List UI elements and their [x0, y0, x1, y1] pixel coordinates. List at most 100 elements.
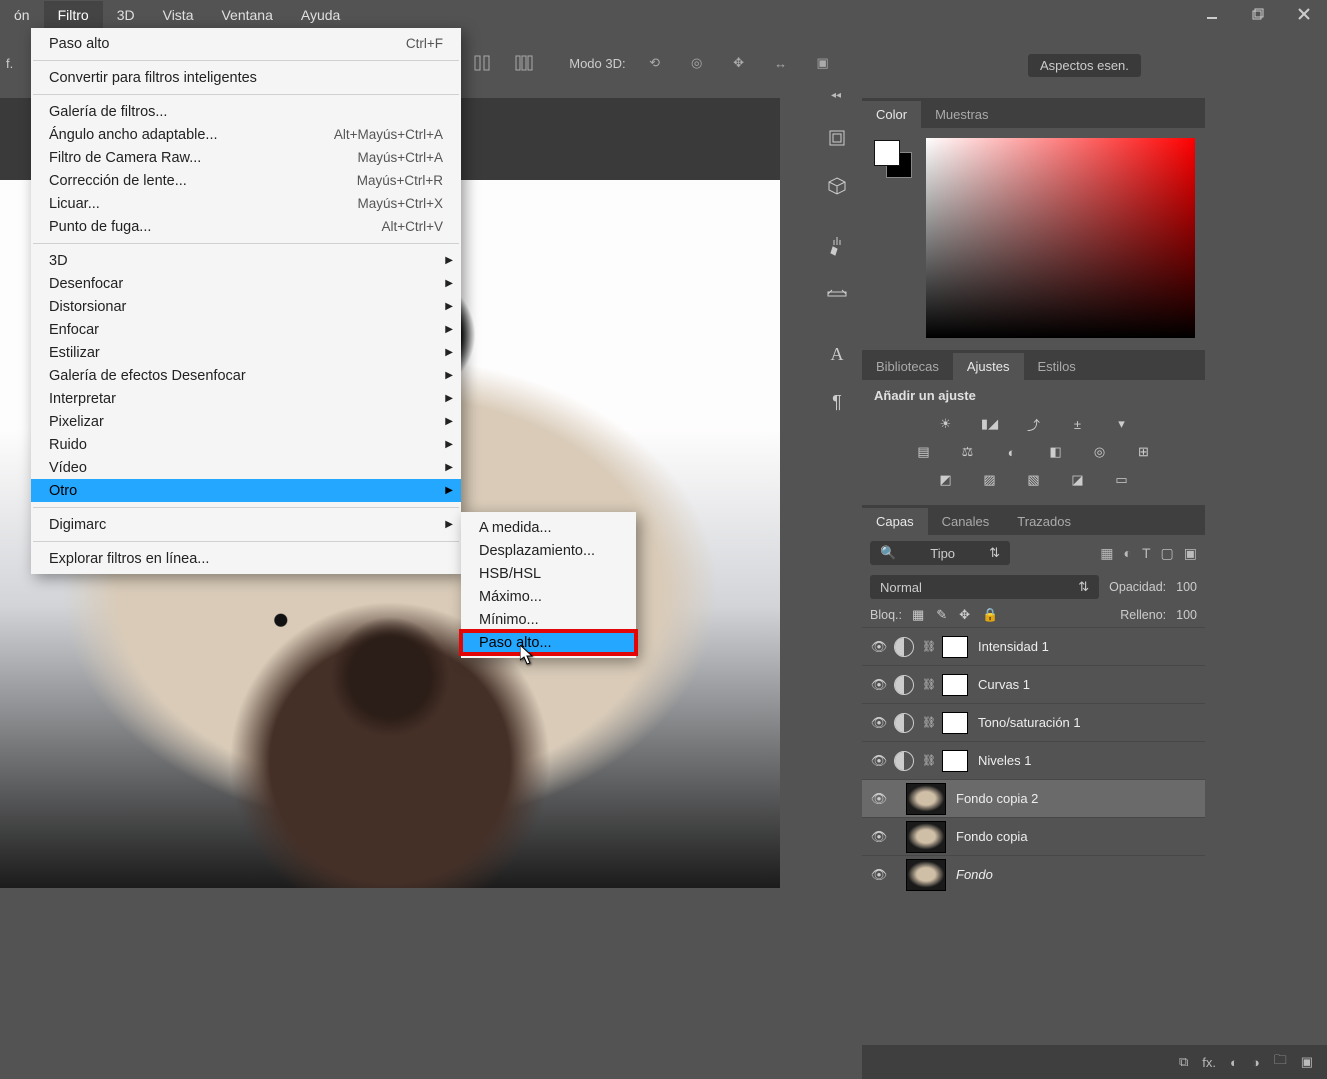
layer-item[interactable]: 👁 Fondo copia 2: [862, 779, 1205, 817]
roll-icon[interactable]: ◎: [684, 50, 710, 76]
visibility-toggle[interactable]: 👁: [868, 753, 890, 769]
photofilter-icon[interactable]: ◎: [1086, 441, 1114, 463]
layer-filter-type[interactable]: 🔍 Tipo ⇅: [870, 541, 1010, 565]
tab-capas[interactable]: Capas: [862, 508, 928, 535]
curves-icon[interactable]: ⤴: [1020, 413, 1048, 435]
layer-item[interactable]: 👁Fondo: [862, 855, 1205, 893]
submendu-item[interactable]: A medida...: [461, 516, 636, 539]
menu-item[interactable]: Convertir para filtros inteligentes: [31, 66, 461, 89]
menubar-item-truncated[interactable]: ón: [0, 1, 44, 29]
menu-item[interactable]: Filtro de Camera Raw...Mayús+Ctrl+A: [31, 146, 461, 169]
menubar-item-filtro[interactable]: Filtro: [44, 1, 103, 29]
levels-icon[interactable]: ▮◢: [976, 413, 1004, 435]
align-icon-2[interactable]: [511, 50, 537, 76]
tab-trazados[interactable]: Trazados: [1003, 508, 1085, 535]
layer-item[interactable]: 👁Fondo copia: [862, 817, 1205, 855]
layer-mask-thumb[interactable]: [942, 636, 968, 658]
layer-item[interactable]: 👁⛓Niveles 1: [862, 741, 1205, 779]
menu-item[interactable]: Punto de fuga...Alt+Ctrl+V: [31, 215, 461, 238]
menu-item[interactable]: Ángulo ancho adaptable...Alt+Mayús+Ctrl+…: [31, 123, 461, 146]
layer-item[interactable]: 👁⛓Intensidad 1: [862, 627, 1205, 665]
tab-canales[interactable]: Canales: [928, 508, 1004, 535]
threshold-icon[interactable]: ▧: [1020, 469, 1048, 491]
menu-item[interactable]: Estilizar▶: [31, 341, 461, 364]
menubar-item-ventana[interactable]: Ventana: [207, 1, 286, 29]
fg-bg-swatch[interactable]: [874, 140, 914, 180]
layer-name[interactable]: Intensidad 1: [978, 639, 1049, 654]
menu-item[interactable]: Paso altoCtrl+F: [31, 32, 461, 55]
filter-type-icon[interactable]: T: [1142, 545, 1151, 562]
lock-all-icon[interactable]: 🔒: [982, 607, 998, 623]
menu-item[interactable]: Ruido▶: [31, 433, 461, 456]
layer-thumb[interactable]: [906, 821, 946, 853]
dropdown-icon[interactable]: ▾: [1108, 413, 1136, 435]
paragraph-icon[interactable]: ¶: [819, 384, 855, 420]
submendu-item[interactable]: HSB/HSL: [461, 562, 636, 585]
blend-mode-select[interactable]: Normal ⇅: [870, 575, 1099, 599]
scale-icon[interactable]: ▣: [810, 50, 836, 76]
vibrance-icon[interactable]: ▤: [910, 441, 938, 463]
layer-name[interactable]: Tono/saturación 1: [978, 715, 1081, 730]
hue-icon[interactable]: ⚖: [954, 441, 982, 463]
orbit-icon[interactable]: ⟲: [642, 50, 668, 76]
add-mask-icon[interactable]: ◐: [1230, 1055, 1238, 1070]
color-field[interactable]: [926, 138, 1195, 338]
swatches-icon[interactable]: [819, 276, 855, 312]
invert-icon[interactable]: ◩: [932, 469, 960, 491]
menu-item[interactable]: 3D▶: [31, 249, 461, 272]
new-group-icon[interactable]: 🗀: [1274, 1051, 1287, 1073]
menu-item[interactable]: Explorar filtros en línea...: [31, 547, 461, 570]
opacity-value[interactable]: 100: [1176, 580, 1197, 594]
submendu-item[interactable]: Desplazamiento...: [461, 539, 636, 562]
bw-icon[interactable]: ◧: [1042, 441, 1070, 463]
menu-item[interactable]: Distorsionar▶: [31, 295, 461, 318]
menu-item[interactable]: Corrección de lente...Mayús+Ctrl+R: [31, 169, 461, 192]
lock-position-icon[interactable]: ✥: [959, 607, 970, 623]
colorbalance-icon[interactable]: ◐: [998, 441, 1026, 463]
layer-name[interactable]: Curvas 1: [978, 677, 1030, 692]
menubar-item-ayuda[interactable]: Ayuda: [287, 1, 354, 29]
tab-bibliotecas[interactable]: Bibliotecas: [862, 353, 953, 380]
layer-name[interactable]: Fondo copia: [956, 829, 1028, 844]
layer-name[interactable]: Fondo copia 2: [956, 791, 1038, 806]
new-adjust-icon[interactable]: ◑: [1252, 1055, 1260, 1070]
workspace-switcher[interactable]: Aspectos esen.: [1028, 54, 1141, 77]
filter-smart-icon[interactable]: ▣: [1184, 545, 1197, 562]
menu-item[interactable]: Interpretar▶: [31, 387, 461, 410]
menubar-item-3d[interactable]: 3D: [103, 1, 149, 29]
channelmixer-icon[interactable]: ⊞: [1130, 441, 1158, 463]
visibility-toggle[interactable]: 👁: [868, 791, 890, 807]
history-icon[interactable]: [819, 120, 855, 156]
menubar-item-vista[interactable]: Vista: [149, 1, 208, 29]
submendu-item[interactable]: Paso alto...: [461, 631, 636, 654]
menu-item[interactable]: Galería de filtros...: [31, 100, 461, 123]
link-layers-icon[interactable]: ⧉: [1179, 1054, 1188, 1070]
close-button[interactable]: [1281, 0, 1327, 28]
tab-ajustes[interactable]: Ajustes: [953, 353, 1024, 380]
menu-item[interactable]: Pixelizar▶: [31, 410, 461, 433]
posterize-icon[interactable]: ▨: [976, 469, 1004, 491]
layer-mask-thumb[interactable]: [942, 712, 968, 734]
layer-item[interactable]: 👁⛓Curvas 1: [862, 665, 1205, 703]
visibility-toggle[interactable]: 👁: [868, 677, 890, 693]
menu-item[interactable]: Vídeo▶: [31, 456, 461, 479]
brightness-icon[interactable]: ☀: [932, 413, 960, 435]
tab-muestras[interactable]: Muestras: [921, 101, 1002, 128]
fill-value[interactable]: 100: [1176, 608, 1197, 622]
menu-item[interactable]: Otro▶: [31, 479, 461, 502]
selectivecolor-icon[interactable]: ◪: [1064, 469, 1092, 491]
menu-item[interactable]: Digimarc▶: [31, 513, 461, 536]
filter-pixel-icon[interactable]: ▦: [1100, 545, 1113, 562]
submendu-item[interactable]: Máximo...: [461, 585, 636, 608]
restore-button[interactable]: [1235, 0, 1281, 28]
menu-item[interactable]: Enfocar▶: [31, 318, 461, 341]
fg-color[interactable]: [874, 140, 900, 166]
gradientmap-icon[interactable]: ▭: [1108, 469, 1136, 491]
character-icon[interactable]: A: [819, 336, 855, 372]
visibility-toggle[interactable]: 👁: [868, 639, 890, 655]
3d-panel-icon[interactable]: [819, 168, 855, 204]
layer-name[interactable]: Niveles 1: [978, 753, 1031, 768]
brush-icon[interactable]: [819, 228, 855, 264]
tab-estilos[interactable]: Estilos: [1024, 353, 1090, 380]
layer-name[interactable]: Fondo: [956, 867, 993, 882]
